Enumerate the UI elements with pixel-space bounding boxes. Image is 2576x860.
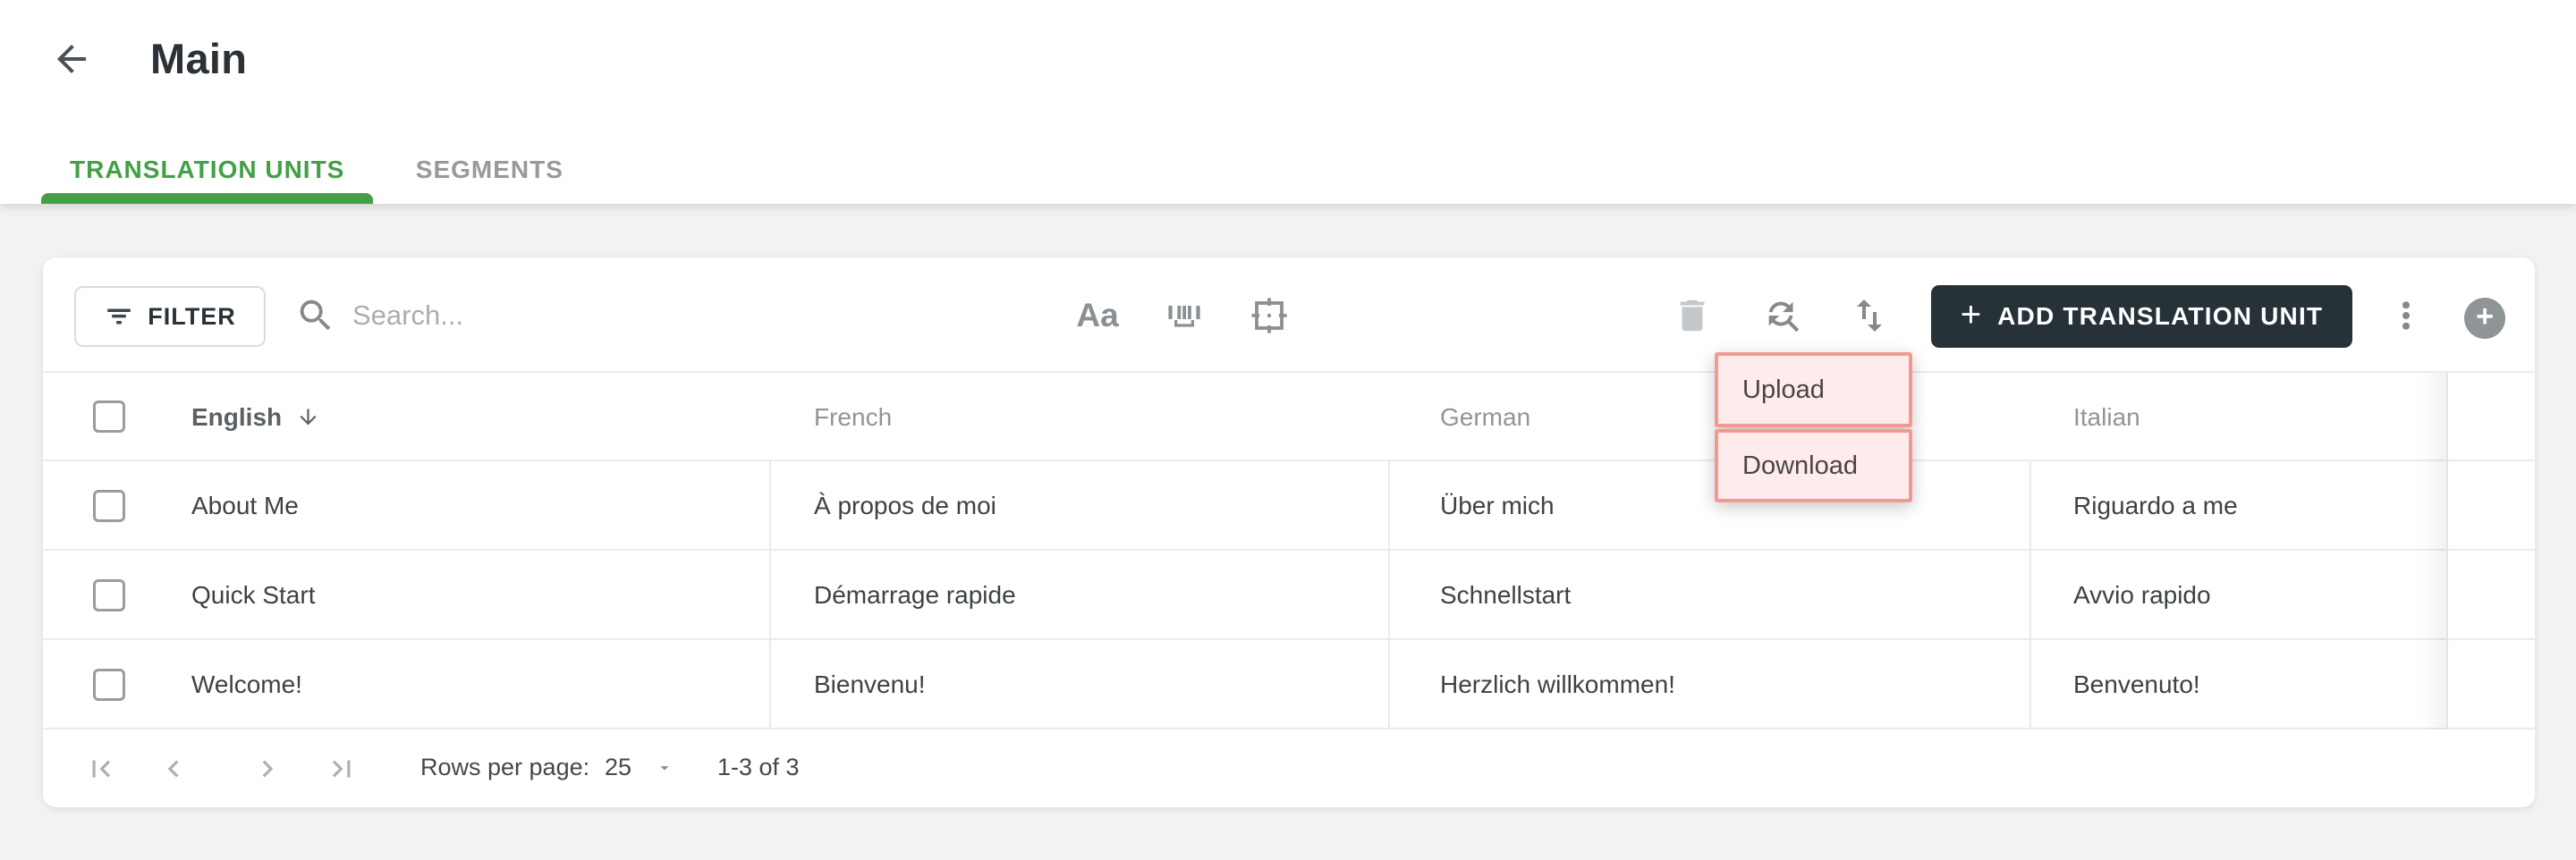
select-element-button[interactable]: [1241, 287, 1298, 344]
cell-italian: Avvio rapido: [2073, 581, 2211, 609]
active-tab-indicator: [41, 193, 374, 204]
cell-french: À propos de moi: [814, 492, 996, 519]
find-replace-icon: [1762, 295, 1803, 336]
tab-segments[interactable]: SEGMENTS: [373, 136, 606, 204]
cell-english: Quick Start: [191, 581, 316, 609]
sort-arrow-down-icon: [296, 405, 320, 429]
tab-segments-label: SEGMENTS: [415, 156, 564, 183]
filter-button[interactable]: FILTER: [74, 286, 266, 347]
cell-german: Über mich: [1440, 492, 1555, 519]
cell-english: About Me: [191, 492, 299, 519]
back-arrow-icon: [50, 38, 93, 80]
tab-translation-units-label: TRANSLATION UNITS: [70, 156, 345, 183]
row-checkbox[interactable]: [93, 490, 125, 522]
menu-item-download[interactable]: Download: [1715, 429, 1912, 502]
import-export-button[interactable]: [1841, 287, 1898, 344]
menu-item-upload[interactable]: Upload: [1715, 352, 1912, 427]
column-separator: [2029, 461, 2031, 729]
cell-french: Bienvenu!: [814, 670, 926, 698]
more-options-button[interactable]: [2377, 287, 2435, 344]
row-checkbox[interactable]: [93, 579, 125, 611]
tab-translation-units[interactable]: TRANSLATION UNITS: [41, 136, 374, 204]
barcode-icon: [1161, 294, 1204, 337]
page-title: Main: [150, 35, 248, 82]
add-translation-unit-label: ADD TRANSLATION UNIT: [1997, 302, 2324, 330]
table-row-about-me[interactable]: About Me À propos de moi Über mich Rigua…: [43, 461, 2535, 551]
rows-per-page-label: Rows per page:: [420, 754, 590, 780]
plus-icon: +: [1960, 295, 1982, 334]
caret-down-icon: [655, 758, 674, 778]
pagination-range: 1-3 of 3: [717, 754, 800, 780]
column-header-french[interactable]: French: [814, 373, 892, 461]
match-case-button[interactable]: Aa: [1069, 287, 1126, 344]
app-screen: Main TRANSLATION UNITS SEGMENTS FILTER S…: [0, 0, 2576, 860]
table-toolbar: FILTER Search... Aa + ADD TRANSLATION UN…: [43, 257, 2535, 373]
menu-item-download-label: Download: [1742, 451, 1858, 480]
pinned-column-separator: [2446, 373, 2448, 729]
back-button[interactable]: [47, 34, 97, 84]
cell-french: Démarrage rapide: [814, 581, 1016, 609]
crop-target-icon: [1248, 294, 1291, 337]
menu-item-upload-label: Upload: [1742, 375, 1825, 404]
chevron-left-icon: [157, 752, 191, 786]
search-icon: [295, 295, 336, 336]
table-header-row: English French German Italian: [43, 373, 2535, 461]
column-header-english[interactable]: English: [191, 373, 320, 461]
app-header: Main TRANSLATION UNITS SEGMENTS: [0, 0, 2576, 204]
rows-per-page-select[interactable]: 25: [605, 729, 674, 805]
cell-italian: Riguardo a me: [2073, 492, 2238, 519]
table-row-welcome[interactable]: Welcome! Bienvenu! Herzlich willkommen! …: [43, 640, 2535, 729]
column-header-italian-label: Italian: [2073, 402, 2140, 431]
cell-italian: Benvenuto!: [2073, 670, 2200, 698]
fab-plus-icon: +: [2476, 299, 2494, 333]
tab-bar: TRANSLATION UNITS SEGMENTS: [41, 136, 606, 204]
filter-list-icon: [104, 301, 134, 332]
import-export-menu: Upload Download: [1715, 352, 1912, 502]
column-header-english-label: English: [191, 402, 283, 431]
match-case-icon: Aa: [1076, 297, 1119, 333]
previous-page-button[interactable]: [154, 749, 193, 788]
kebab-menu-icon: [2386, 296, 2426, 335]
add-translation-unit-button[interactable]: + ADD TRANSLATION UNIT: [1931, 285, 2352, 348]
filter-button-label: FILTER: [148, 302, 236, 330]
column-separator: [1388, 461, 1390, 729]
table-row-quick-start[interactable]: Quick Start Démarrage rapide Schnellstar…: [43, 551, 2535, 640]
row-checkbox[interactable]: [93, 669, 125, 701]
pinned-column-shadow: [2419, 373, 2446, 729]
delete-button[interactable]: [1664, 287, 1721, 344]
select-all-checkbox[interactable]: [93, 400, 125, 433]
last-page-button[interactable]: [322, 749, 361, 788]
column-header-german-label: German: [1440, 402, 1531, 431]
chevron-right-icon: [250, 752, 284, 786]
column-header-italian[interactable]: Italian: [2073, 373, 2140, 461]
column-header-german[interactable]: German: [1440, 373, 1530, 461]
add-fab-button[interactable]: +: [2464, 298, 2505, 339]
column-header-french-label: French: [814, 402, 893, 431]
table-footer: Rows per page: 25 1-3 of 3: [43, 729, 2535, 805]
search-input[interactable]: Search...: [295, 257, 463, 373]
cell-german: Schnellstart: [1440, 581, 1572, 609]
next-page-button[interactable]: [248, 749, 287, 788]
column-separator: [769, 461, 771, 729]
find-replace-button[interactable]: [1754, 287, 1811, 344]
last-page-icon: [325, 752, 359, 786]
rows-per-page-value: 25: [605, 754, 632, 780]
cell-english: Welcome!: [191, 670, 302, 698]
cell-german: Herzlich willkommen!: [1440, 670, 1675, 698]
barcode-search-button[interactable]: [1154, 287, 1211, 344]
first-page-icon: [84, 752, 118, 786]
translation-units-card: FILTER Search... Aa + ADD TRANSLATION UN…: [43, 257, 2535, 807]
first-page-button[interactable]: [81, 749, 121, 788]
import-export-icon: [1848, 294, 1891, 337]
trash-icon: [1672, 295, 1713, 336]
search-placeholder: Search...: [352, 299, 464, 331]
